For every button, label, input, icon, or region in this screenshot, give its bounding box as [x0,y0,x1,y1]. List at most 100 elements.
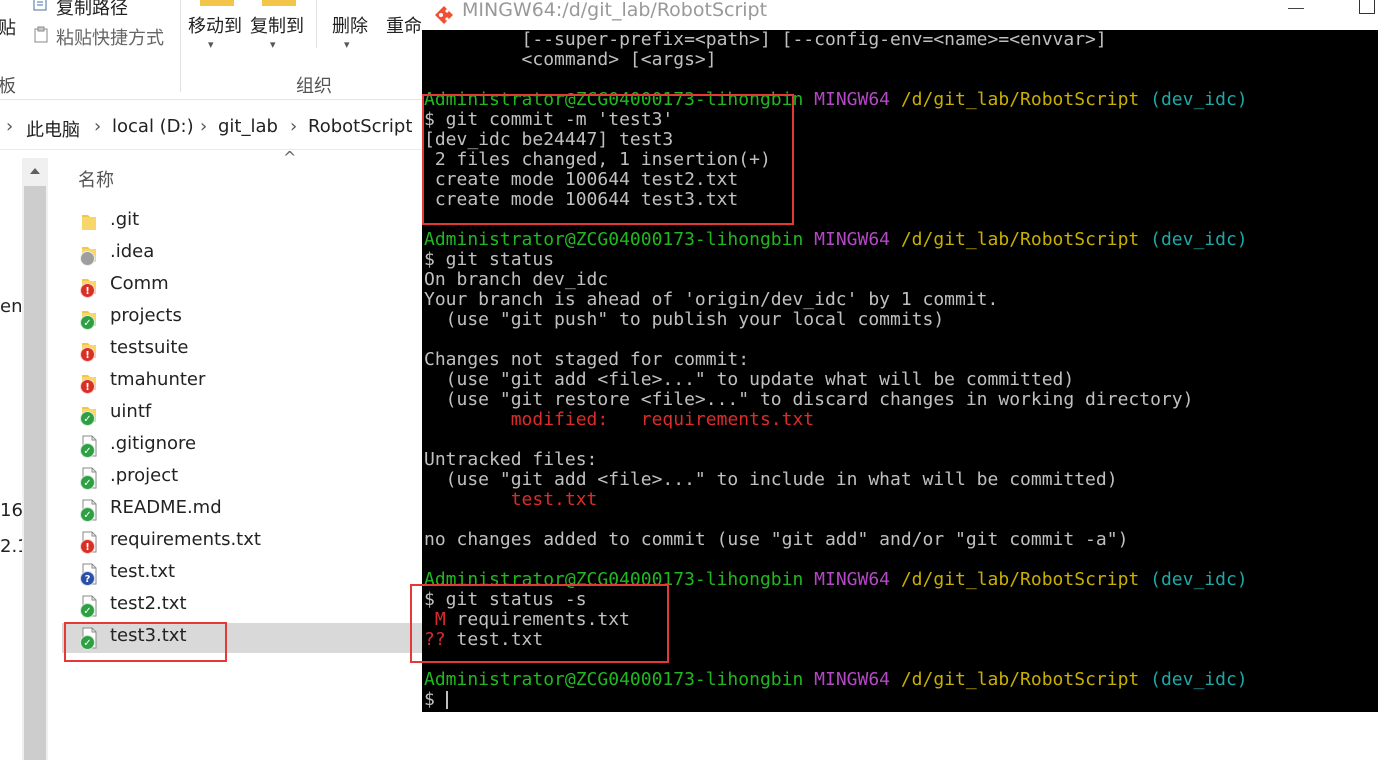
file-name: README.md [110,497,222,518]
file-row[interactable]: ✓ projects [62,303,422,333]
file-name: testsuite [110,337,189,358]
breadcrumb-git-lab[interactable]: git_lab [218,116,278,137]
file-name: .gitignore [110,433,197,454]
terminal-line: On branch dev_idc [424,269,609,290]
terminal-line: (use "git add <file>..." to include in w… [424,469,1118,490]
copy-path-button[interactable]: 复制路径 [56,0,128,20]
breadcrumb-separator: › [94,116,102,137]
file-row[interactable]: ! requirements.txt [62,527,422,557]
paste-shortcut-button[interactable]: 粘贴快捷方式 [56,24,164,50]
status-ok-icon: ✓ [80,507,95,522]
ribbon-separator [180,0,181,92]
file-row[interactable]: ✓ uintf [62,399,422,429]
highlight-box-status-short [410,584,669,663]
nav-item-fragment[interactable]: en [0,296,22,317]
file-row[interactable]: ! testsuite [62,335,422,365]
move-to-folder-icon [200,0,234,6]
input-line[interactable]: $ [424,690,1378,710]
file-name: test.txt [110,561,176,582]
command-line: $ git status [424,249,555,270]
prompt-line: Administrator@ZCG04000173-lihongbin MING… [424,229,1248,250]
status-modified-icon: ! [80,379,95,394]
terminal-line: Untracked files: [424,449,598,470]
copy-path-icon [33,0,47,11]
delete-chevron-icon: ▾ [344,38,350,51]
text-cursor [445,691,448,709]
status-ok-icon: ✓ [80,603,95,618]
terminal-line: Your branch is ahead of 'origin/dev_idc'… [424,289,999,310]
file-row[interactable]: ✓ .gitignore [62,431,422,461]
status-ok-icon: ✓ [80,411,95,426]
file-name: .idea [110,241,155,262]
file-name: tmahunter [110,369,206,390]
terminal-line: no changes added to commit (use "git add… [424,529,1129,550]
move-to-chevron-icon: ▾ [208,38,214,51]
prompt-line: Administrator@ZCG04000173-lihongbin MING… [424,669,1248,690]
breadcrumb-separator: › [6,116,14,137]
ribbon-separator [316,0,317,48]
file-name: .project [110,465,179,486]
status-modified-icon: ! [80,539,95,554]
file-name: test2.txt [110,593,187,614]
paste-shortcut-icon [34,26,48,43]
organize-group-label: 组织 [296,76,332,97]
terminal-line: [--super-prefix=<path>] [--config-env=<n… [424,29,1107,50]
file-name: projects [110,305,182,326]
file-row[interactable]: ? test.txt [62,559,422,589]
status-ok-icon: ✓ [80,475,95,490]
paste-button-fragment[interactable]: 贴 [0,14,16,40]
mingw-icon [435,6,453,24]
sort-ascending-icon: ^ [283,148,297,167]
status-modified-icon: ! [80,283,95,298]
terminal-titlebar[interactable]: MINGW64:/d/git_lab/RobotScript [422,0,1378,30]
file-row[interactable]: ✓ .project [62,463,422,493]
terminal-line: (use "git add <file>..." to update what … [424,369,1075,390]
terminal-line: (use "git push" to publish your local co… [424,309,945,330]
terminal-title: MINGW64:/d/git_lab/RobotScript [462,0,768,21]
delete-button[interactable]: 删除 [332,12,368,38]
file-name: Comm [110,273,169,294]
column-header-name[interactable]: 名称 [78,166,114,192]
breadcrumb-local-d[interactable]: local (D:) [112,116,194,137]
terminal-line: modified: requirements.txt [510,409,815,430]
terminal-line: test.txt [510,489,598,510]
status-ok-icon: ✓ [80,443,95,458]
maximize-icon[interactable] [1359,0,1375,14]
highlight-box-commit [422,94,794,225]
breadcrumb-separator: › [200,116,208,137]
copy-to-folder-icon [262,0,296,6]
minimize-icon[interactable] [1288,8,1304,9]
breadcrumb-robotscript[interactable]: RobotScript [308,116,412,137]
move-to-button[interactable]: 移动到 [188,12,242,38]
status-unversioned-icon: ? [80,571,95,586]
file-row[interactable]: ✓ README.md [62,495,422,525]
breadcrumb-this-pc[interactable]: 此电脑 [26,116,80,142]
breadcrumb-separator: › [290,116,298,137]
folder-icon [82,215,96,230]
rename-button[interactable]: 重命 [386,12,422,38]
file-row[interactable]: ! Comm [62,271,422,301]
copy-to-button[interactable]: 复制到 [250,12,304,38]
terminal-window[interactable]: MINGW64:/d/git_lab/RobotScript [--super-… [410,0,1378,712]
scrollbar-thumb[interactable] [24,186,46,760]
status-modified-icon: ! [80,347,95,362]
status-ignored-icon [80,251,95,266]
file-row[interactable]: ✓ test2.txt [62,591,422,621]
terminal-line: Changes not staged for commit: [424,349,750,370]
file-row[interactable]: .git [62,207,422,237]
copy-to-chevron-icon: ▾ [270,38,276,51]
file-row[interactable]: ! tmahunter [62,367,422,397]
terminal-line: (use "git restore <file>..." to discard … [424,389,1194,410]
file-name: uintf [110,401,152,422]
clipboard-group-label: 板 [0,76,16,97]
file-name: .git [110,209,140,230]
status-ok-icon: ✓ [80,315,95,330]
file-row[interactable]: .idea [62,239,422,269]
scroll-up-arrow-icon[interactable] [22,158,48,184]
highlight-box-test3 [64,622,227,662]
